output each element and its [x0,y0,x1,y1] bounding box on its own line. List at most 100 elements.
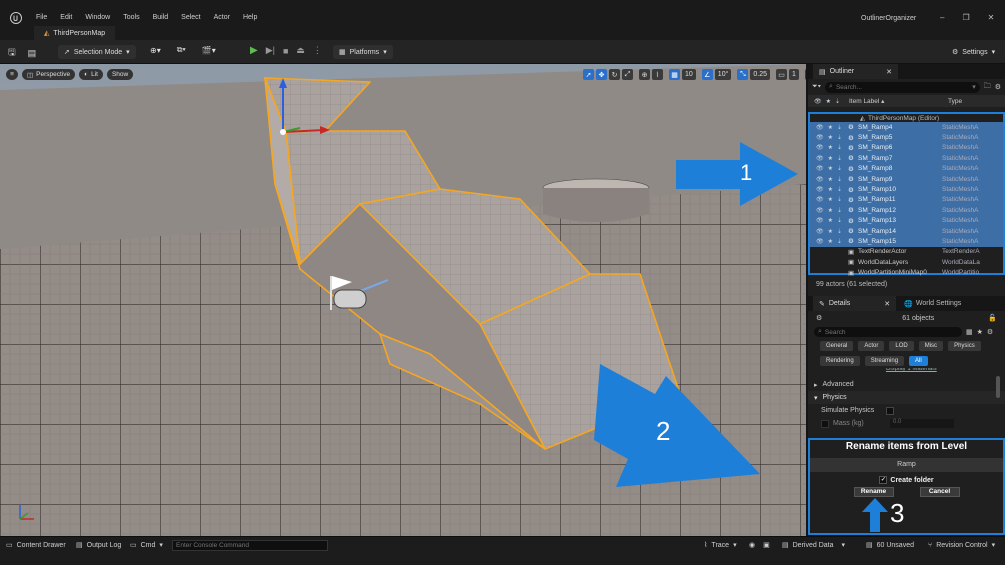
close-tab-icon[interactable]: ✕ [886,68,892,76]
trace-button[interactable]: ⌇ Trace ▾ [704,541,737,550]
gear-icon[interactable]: ⚙ [995,83,1001,91]
minimize-icon[interactable]: – [940,13,944,22]
create-folder-checkbox[interactable]: ✓ [879,476,888,484]
maximize-icon[interactable]: ❐ [962,13,969,22]
outliner-row[interactable]: 👁 ★ ⇣ ⚙ SM_Ramp15 StaticMeshA [810,236,1003,247]
chevron-down-icon[interactable]: ▾ [972,83,976,91]
settings-button[interactable]: ⚙ Settings ▾ [946,45,1001,59]
rotation-snap-icon[interactable]: ∠ [701,69,713,80]
category-rendering[interactable]: Rendering [820,356,860,366]
step-icon[interactable]: ▶| [266,45,275,56]
camera-speed-icon[interactable]: ▭ [776,69,788,80]
viewport-menu-icon[interactable]: ≡ [6,69,18,80]
outliner-row[interactable]: 👁 ★ ⇣ ⚙ SM_Ramp4 StaticMeshA [810,122,1003,133]
add-folder-icon[interactable]: 🗀 [984,82,991,93]
maximize-viewport-icon[interactable]: ⊞ [804,69,806,80]
translate-tool-icon[interactable]: ✥ [596,69,607,80]
outliner-row[interactable]: 👁 ★ ⇣ ⚙ SM_Ramp12 StaticMeshA [810,205,1003,216]
rename-button[interactable]: Rename [853,487,894,497]
content-browser-icon[interactable]: ▤ [28,48,37,59]
console-command-input[interactable] [172,540,328,551]
outliner-row[interactable]: 👁 ★ ⇣ ⚙ SM_Ramp14 StaticMeshA [810,225,1003,237]
grid-size-value[interactable]: 10 [682,69,696,80]
level-viewport[interactable]: 1 2 ≡ ◫ Perspective ◐ Lit Show ➚ ✥ ↻ ⤢ ⊕… [0,64,806,536]
outliner-row[interactable]: ▣ WorldPartitionMiniMap0 WorldPartitio [810,267,1003,277]
outliner-row[interactable]: 👁 ★ ⇣ ⚙ SM_Ramp9 StaticMeshA [810,173,1003,185]
scale-snap-value[interactable]: 0.25 [750,69,771,80]
outliner-row[interactable]: 👁 ★ ⇣ ⚙ SM_Ramp10 StaticMeshA [810,184,1003,195]
menu-help[interactable]: Help [243,14,257,21]
outliner-row[interactable]: 👁 ★ ⇣ ⚙ SM_Ramp7 StaticMeshA [810,153,1003,164]
outliner-row[interactable]: 👁 ★ ⇣ ⚙ SM_Ramp8 StaticMeshA [810,163,1003,174]
section-advanced[interactable]: ▸ Advanced [808,378,1005,391]
favorite-icon[interactable]: ★ [977,328,983,336]
add-actor-icon[interactable]: ⊕▾ [150,46,161,55]
tab-world-settings[interactable]: 🌐 World Settings [900,300,965,308]
close-tab-icon[interactable]: ✕ [884,300,890,308]
record-icon[interactable]: ◉ [749,541,755,549]
category-misc[interactable]: Misc [918,341,944,351]
blueprint-icon[interactable]: ⧉▾ [177,45,186,55]
column-item-label[interactable]: Item Label ▴ [842,97,926,105]
table-view-icon[interactable]: ▦ [966,328,973,336]
play-icon[interactable]: ▶ [250,45,258,56]
eject-icon[interactable]: ⏏ [296,45,305,56]
outliner-row[interactable]: 👁 ★ ⇣ ⚙ SM_Ramp13 StaticMeshA [810,215,1003,226]
surface-snap-icon[interactable]: ⌇ [652,69,663,80]
column-type[interactable]: Type [948,98,962,105]
screenshot-icon[interactable]: ▣ [763,541,770,549]
cinematics-icon[interactable]: 🎬▾ [202,46,216,55]
outliner-root[interactable]: ◭ ThirdPersonMap (Editor) [810,114,1003,123]
cancel-button[interactable]: Cancel [919,487,960,497]
category-streaming[interactable]: Streaming [864,356,905,366]
partial-link[interactable]: Display 1 Materials [808,368,1005,373]
tab-details[interactable]: ✎ Details ✕ [813,296,897,311]
more-options-icon[interactable]: ⋮ [313,45,322,56]
menu-build[interactable]: Build [153,14,169,21]
gear-icon[interactable]: ⚙ [987,328,993,336]
mass-override-checkbox[interactable] [821,419,829,428]
simulate-physics-checkbox[interactable] [886,406,894,415]
platforms-button[interactable]: ▦ Platforms ▾ [333,45,393,59]
lit-button[interactable]: ◐ Lit [79,69,103,80]
category-lod[interactable]: LOD [889,341,914,351]
save-icon[interactable]: 🖫 [8,45,16,61]
menu-edit[interactable]: Edit [60,14,72,21]
filter-icon[interactable]: ⏷▾ [812,83,821,91]
rotation-snap-value[interactable]: 10° [714,69,732,80]
show-button[interactable]: Show [106,69,134,80]
outliner-row[interactable]: 👁 ★ ⇣ ⚙ SM_Ramp11 StaticMeshA [810,194,1003,206]
menu-file[interactable]: File [36,14,47,21]
lock-icon[interactable]: 🔓 [988,314,997,322]
outliner-row[interactable]: 👁 ★ ⇣ ⚙ SM_Ramp5 StaticMeshA [810,132,1003,143]
rotate-tool-icon[interactable]: ↻ [609,69,620,80]
derived-data-button[interactable]: ▤ Derived Data ▾ [782,541,845,550]
scale-tool-icon[interactable]: ⤢ [622,69,633,80]
close-icon[interactable]: ✕ [988,13,995,22]
scale-snap-icon[interactable]: ⤡ [737,69,749,80]
camera-speed-value[interactable]: 1 [789,69,799,80]
world-local-icon[interactable]: ⊕ [639,69,650,80]
rename-input[interactable]: Ramp [810,458,1003,472]
revision-control-button[interactable]: ⑂ Revision Control ▾ [928,541,995,550]
unsaved-button[interactable]: ▤ 60 Unsaved [866,541,914,550]
section-physics[interactable]: ▾ Physics [808,391,1005,404]
tab-map[interactable]: ◭ ThirdPersonMap [34,26,116,40]
unreal-logo-icon[interactable] [10,12,22,24]
outliner-search-input[interactable] [835,83,946,91]
category-general[interactable]: General [820,341,854,351]
outliner-row[interactable]: ▣ WorldDataLayers WorldDataLa [810,257,1003,267]
tab-outliner[interactable]: ▤ Outliner ✕ [813,64,899,79]
category-physics[interactable]: Physics [948,341,981,351]
outliner-row[interactable]: ▣ TextRenderActor TextRenderA [810,247,1003,257]
perspective-button[interactable]: ◫ Perspective [22,69,76,80]
outliner-row[interactable]: 👁 ★ ⇣ ⚙ SM_Ramp6 StaticMeshA [810,142,1003,154]
details-search-input[interactable] [824,328,945,336]
menu-actor[interactable]: Actor [214,14,230,21]
category-all[interactable]: All [909,356,928,366]
details-scrollbar[interactable] [996,376,1000,398]
menu-tools[interactable]: Tools [123,14,139,21]
category-actor[interactable]: Actor [858,341,885,351]
mass-input[interactable]: 0.0 [890,419,954,428]
grid-snap-icon[interactable]: ▦ [669,69,680,80]
